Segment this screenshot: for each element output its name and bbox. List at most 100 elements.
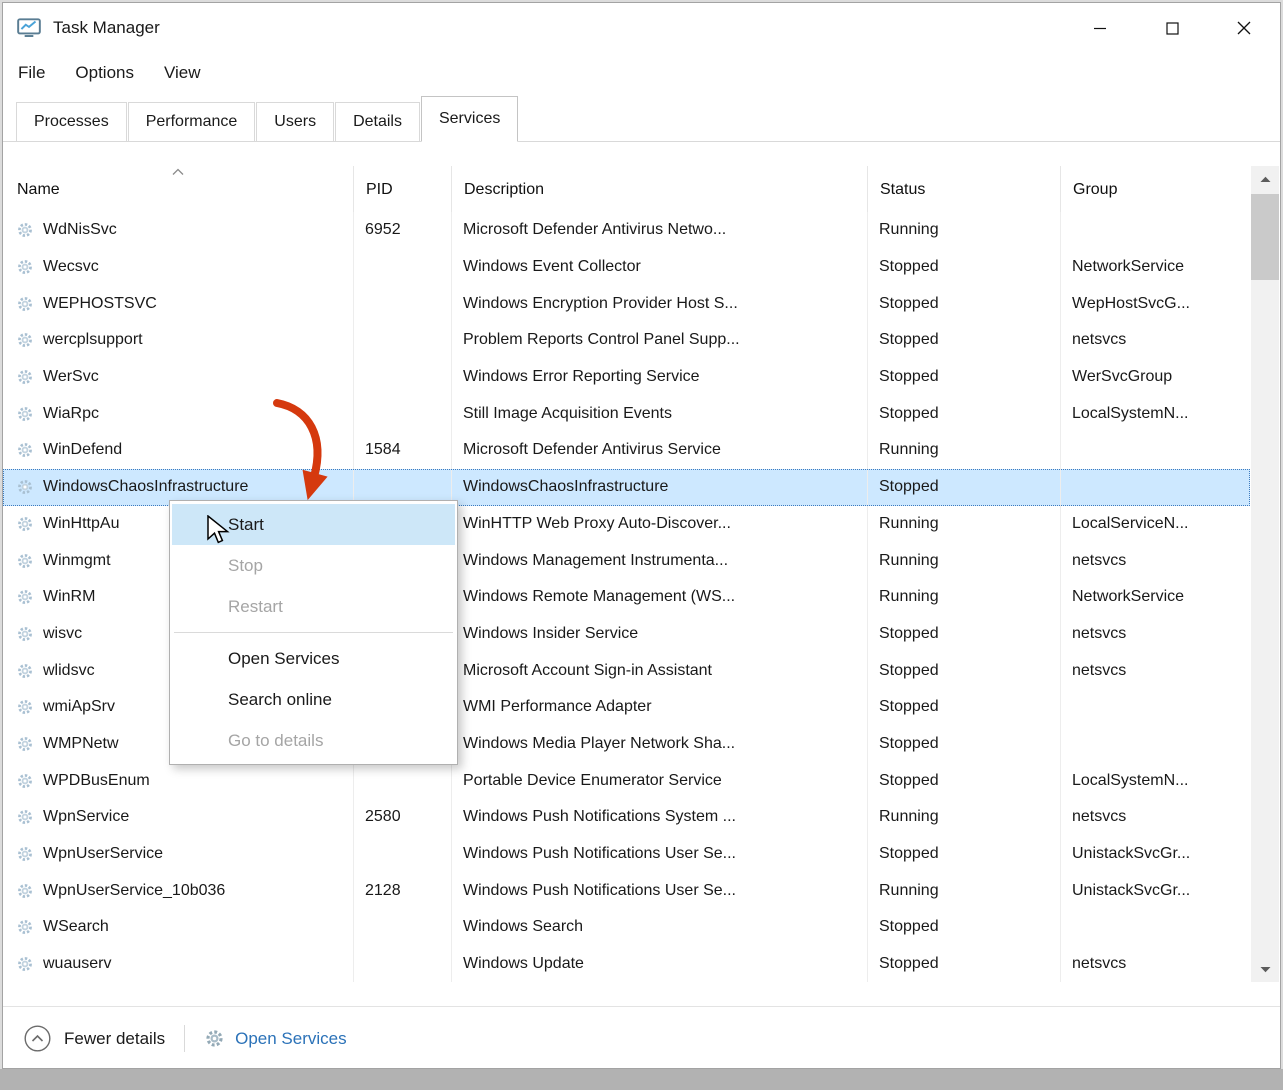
menubar-item[interactable]: File xyxy=(18,63,45,83)
service-gear-icon xyxy=(16,698,34,716)
cell-description: Windows Search xyxy=(451,909,867,946)
context-menu-item-label: Restart xyxy=(228,597,283,617)
fewer-details-button[interactable]: Fewer details xyxy=(64,1029,165,1049)
service-name: WpnUserService_10b036 xyxy=(43,882,225,900)
table-row[interactable]: WPDBusEnum Portable Device Enumerator Se… xyxy=(3,762,1250,799)
table-row[interactable]: wuauserv Windows Update Stopped netsvcs xyxy=(3,946,1250,983)
cell-description: Windows Error Reporting Service xyxy=(451,359,867,396)
scrollbar-thumb[interactable] xyxy=(1251,194,1279,280)
cell-name: Wecsvc xyxy=(3,249,353,286)
context-menu-item-label: Go to details xyxy=(228,731,323,751)
cell-description: Microsoft Account Sign-in Assistant xyxy=(451,652,867,689)
service-gear-icon xyxy=(16,918,34,936)
cell-name: WpnUserService xyxy=(3,836,353,873)
table-row[interactable]: WiaRpc Still Image Acquisition Events St… xyxy=(3,395,1250,432)
table-row[interactable]: WpnUserService Windows Push Notification… xyxy=(3,836,1250,873)
tab[interactable]: Users xyxy=(256,102,334,141)
maximize-button[interactable] xyxy=(1136,3,1208,53)
service-gear-icon xyxy=(16,331,34,349)
service-name: wlidsvc xyxy=(43,662,95,680)
service-gear-icon xyxy=(16,405,34,423)
column-header-description[interactable]: Description xyxy=(451,166,867,212)
service-name: WpnUserService xyxy=(43,845,163,863)
table-row[interactable]: WpnUserService_10b036 2128 Windows Push … xyxy=(3,872,1250,909)
scroll-down-icon xyxy=(1260,966,1271,973)
tab-label: Processes xyxy=(34,113,109,131)
cell-group: netsvcs xyxy=(1060,946,1250,983)
service-name: WdNisSvc xyxy=(43,221,117,239)
table-row[interactable]: WpnService 2580 Windows Push Notificatio… xyxy=(3,799,1250,836)
cell-status: Stopped xyxy=(867,689,1060,726)
context-menu-item[interactable]: Start xyxy=(172,504,455,545)
tab[interactable]: Services xyxy=(421,96,518,142)
service-gear-icon xyxy=(16,221,34,239)
screen: Task Manager File Options View xyxy=(0,0,1283,1090)
column-header-name[interactable]: Name xyxy=(3,166,353,212)
service-name: WiaRpc xyxy=(43,405,99,423)
cell-status: Stopped xyxy=(867,322,1060,359)
cell-status: Stopped xyxy=(867,285,1060,322)
open-services-link[interactable]: Open Services xyxy=(235,1029,347,1049)
service-name: WpnService xyxy=(43,808,129,826)
tab[interactable]: Processes xyxy=(16,102,127,141)
tab[interactable]: Performance xyxy=(128,102,256,141)
menubar-item[interactable]: Options xyxy=(75,63,134,83)
context-menu-item[interactable]: Search online xyxy=(172,679,455,720)
cell-pid xyxy=(353,249,451,286)
cell-group: LocalSystemN... xyxy=(1060,762,1250,799)
context-menu-item-label: Open Services xyxy=(228,649,340,669)
cell-pid xyxy=(353,836,451,873)
fewer-details-chevron-icon xyxy=(24,1025,51,1052)
context-menu-item[interactable]: Open Services xyxy=(172,638,455,679)
cell-status: Running xyxy=(867,542,1060,579)
scroll-up-icon xyxy=(1260,176,1271,183)
cell-name: WpnUserService_10b036 xyxy=(3,872,353,909)
service-name: wmiApSrv xyxy=(43,698,115,716)
cell-description: WMI Performance Adapter xyxy=(451,689,867,726)
cell-group xyxy=(1060,212,1250,249)
cell-group: WepHostSvcG... xyxy=(1060,285,1250,322)
table-row[interactable]: WinDefend 1584 Microsoft Defender Antivi… xyxy=(3,432,1250,469)
minimize-button[interactable] xyxy=(1064,3,1136,53)
context-menu-item[interactable]: Go to details xyxy=(172,720,455,761)
table-row[interactable]: WEPHOSTSVC Windows Encryption Provider H… xyxy=(3,285,1250,322)
context-menu-item[interactable]: Restart xyxy=(172,586,455,627)
column-header-group[interactable]: Group xyxy=(1060,166,1250,212)
scroll-up-button[interactable] xyxy=(1251,166,1279,192)
cell-name: WSearch xyxy=(3,909,353,946)
cell-description: Microsoft Defender Antivirus Netwo... xyxy=(451,212,867,249)
cell-pid xyxy=(353,909,451,946)
column-header-pid[interactable]: PID xyxy=(353,166,451,212)
tab[interactable]: Details xyxy=(335,102,420,141)
context-menu-item[interactable]: Stop xyxy=(172,545,455,586)
column-header-status[interactable]: Status xyxy=(867,166,1060,212)
service-gear-icon xyxy=(16,625,34,643)
cell-name: wuauserv xyxy=(3,946,353,983)
footer: Fewer details Open Services xyxy=(3,1006,1280,1070)
service-gear-icon xyxy=(16,515,34,533)
scroll-down-button[interactable] xyxy=(1251,956,1279,982)
cell-pid xyxy=(353,946,451,983)
table-row[interactable]: wercplsupport Problem Reports Control Pa… xyxy=(3,322,1250,359)
service-name: Winmgmt xyxy=(43,552,111,570)
cell-pid: 2580 xyxy=(353,799,451,836)
table-row[interactable]: WSearch Windows Search Stopped xyxy=(3,909,1250,946)
close-button[interactable] xyxy=(1208,3,1280,53)
sort-ascending-icon xyxy=(172,168,185,176)
service-gear-icon xyxy=(16,478,34,496)
cell-status: Stopped xyxy=(867,469,1060,506)
cell-group xyxy=(1060,909,1250,946)
tab-label: Services xyxy=(439,110,500,128)
service-gear-icon xyxy=(16,295,34,313)
cell-status: Stopped xyxy=(867,359,1060,396)
task-manager-window: Task Manager File Options View xyxy=(2,2,1281,1069)
table-row[interactable]: WdNisSvc 6952 Microsoft Defender Antivir… xyxy=(3,212,1250,249)
table-row[interactable]: Wecsvc Windows Event Collector Stopped N… xyxy=(3,249,1250,286)
table-row[interactable]: WerSvc Windows Error Reporting Service S… xyxy=(3,359,1250,396)
menubar-item[interactable]: View xyxy=(164,63,201,83)
cell-status: Stopped xyxy=(867,836,1060,873)
tab-label: Users xyxy=(274,113,316,131)
cell-group: UnistackSvcGr... xyxy=(1060,836,1250,873)
vertical-scrollbar[interactable] xyxy=(1251,166,1279,982)
cell-group: UnistackSvcGr... xyxy=(1060,872,1250,909)
